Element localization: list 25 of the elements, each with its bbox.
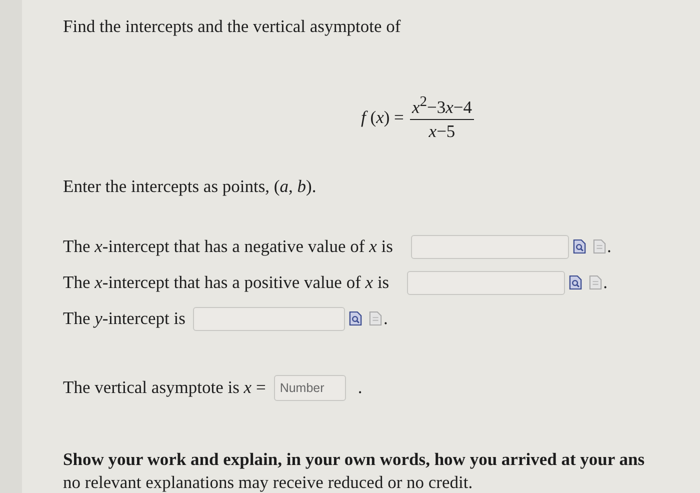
document-icon[interactable] — [369, 311, 382, 326]
answer-label: The y-intercept is — [63, 308, 186, 330]
instruction-text: Enter the intercepts as points, (a, b). — [63, 176, 318, 197]
answer-field[interactable] — [193, 306, 346, 331]
work-instruction: Show your work and explain, in your own words, how you arrived at your ans — [63, 448, 646, 470]
formula-lhs: f (x) = — [361, 107, 404, 128]
formula-numerator: x$^{2}$−3x−4 — [410, 94, 474, 120]
answer-field[interactable] — [407, 270, 566, 295]
period-text: . — [606, 236, 612, 258]
period-text: . — [603, 272, 608, 294]
document-icon[interactable] — [592, 239, 606, 254]
answer-label: The x-intercept that has a positive value of x is — [63, 272, 390, 294]
magnifier-document-icon[interactable] — [569, 275, 582, 290]
question-prompt: Find the intercepts and the vertical asymptote of — [63, 16, 402, 38]
credit-note: no relevant explanations may receive reduced or no credit. — [63, 472, 474, 493]
magnifier-document-icon[interactable] — [572, 239, 586, 254]
period-text: . — [358, 377, 362, 398]
asymptote-label: The vertical asymptote is x = — [63, 377, 266, 398]
period-text: . — [383, 308, 388, 330]
answer-field[interactable] — [410, 234, 569, 259]
number-field[interactable]: Number — [274, 374, 346, 401]
document-icon[interactable] — [589, 275, 602, 290]
formula-denominator: x−5 — [428, 120, 456, 142]
answer-label: The x-intercept that has a negative value of x is — [63, 236, 393, 258]
magnifier-document-icon[interactable] — [349, 311, 362, 326]
